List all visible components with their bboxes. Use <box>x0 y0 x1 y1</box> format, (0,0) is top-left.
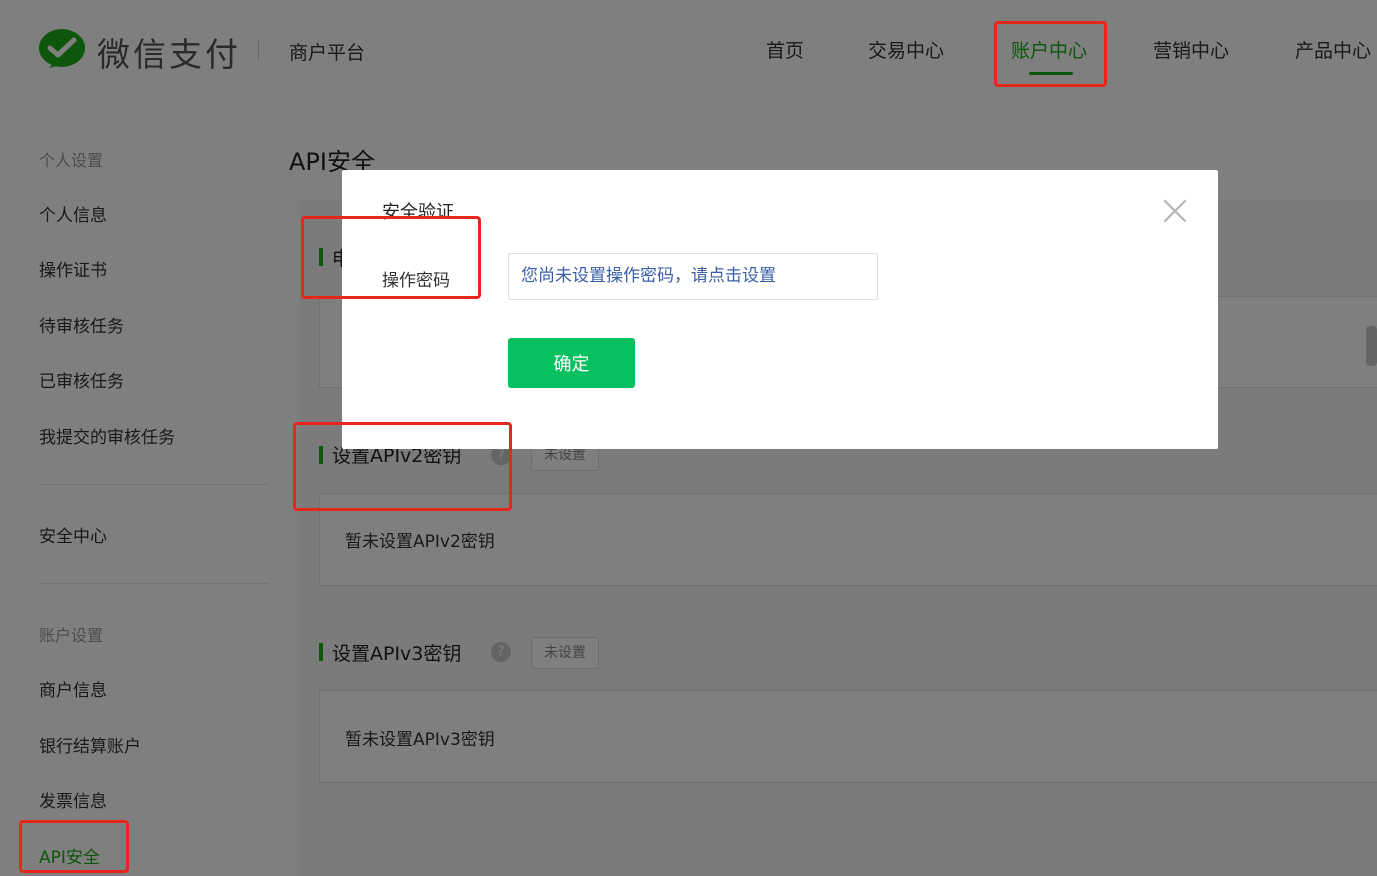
close-icon[interactable] <box>1162 198 1188 224</box>
confirm-button[interactable]: 确定 <box>508 338 635 388</box>
highlight-box-nav <box>994 21 1107 87</box>
highlight-box-password-label <box>301 216 481 299</box>
security-verify-dialog: 安全验证 操作密码 您尚未设置操作密码，请点击设置 确定 <box>342 170 1218 449</box>
highlight-box-api-security <box>19 820 129 873</box>
set-password-link[interactable]: 您尚未设置操作密码，请点击设置 <box>508 253 878 300</box>
highlight-box-apiv2 <box>293 422 512 511</box>
